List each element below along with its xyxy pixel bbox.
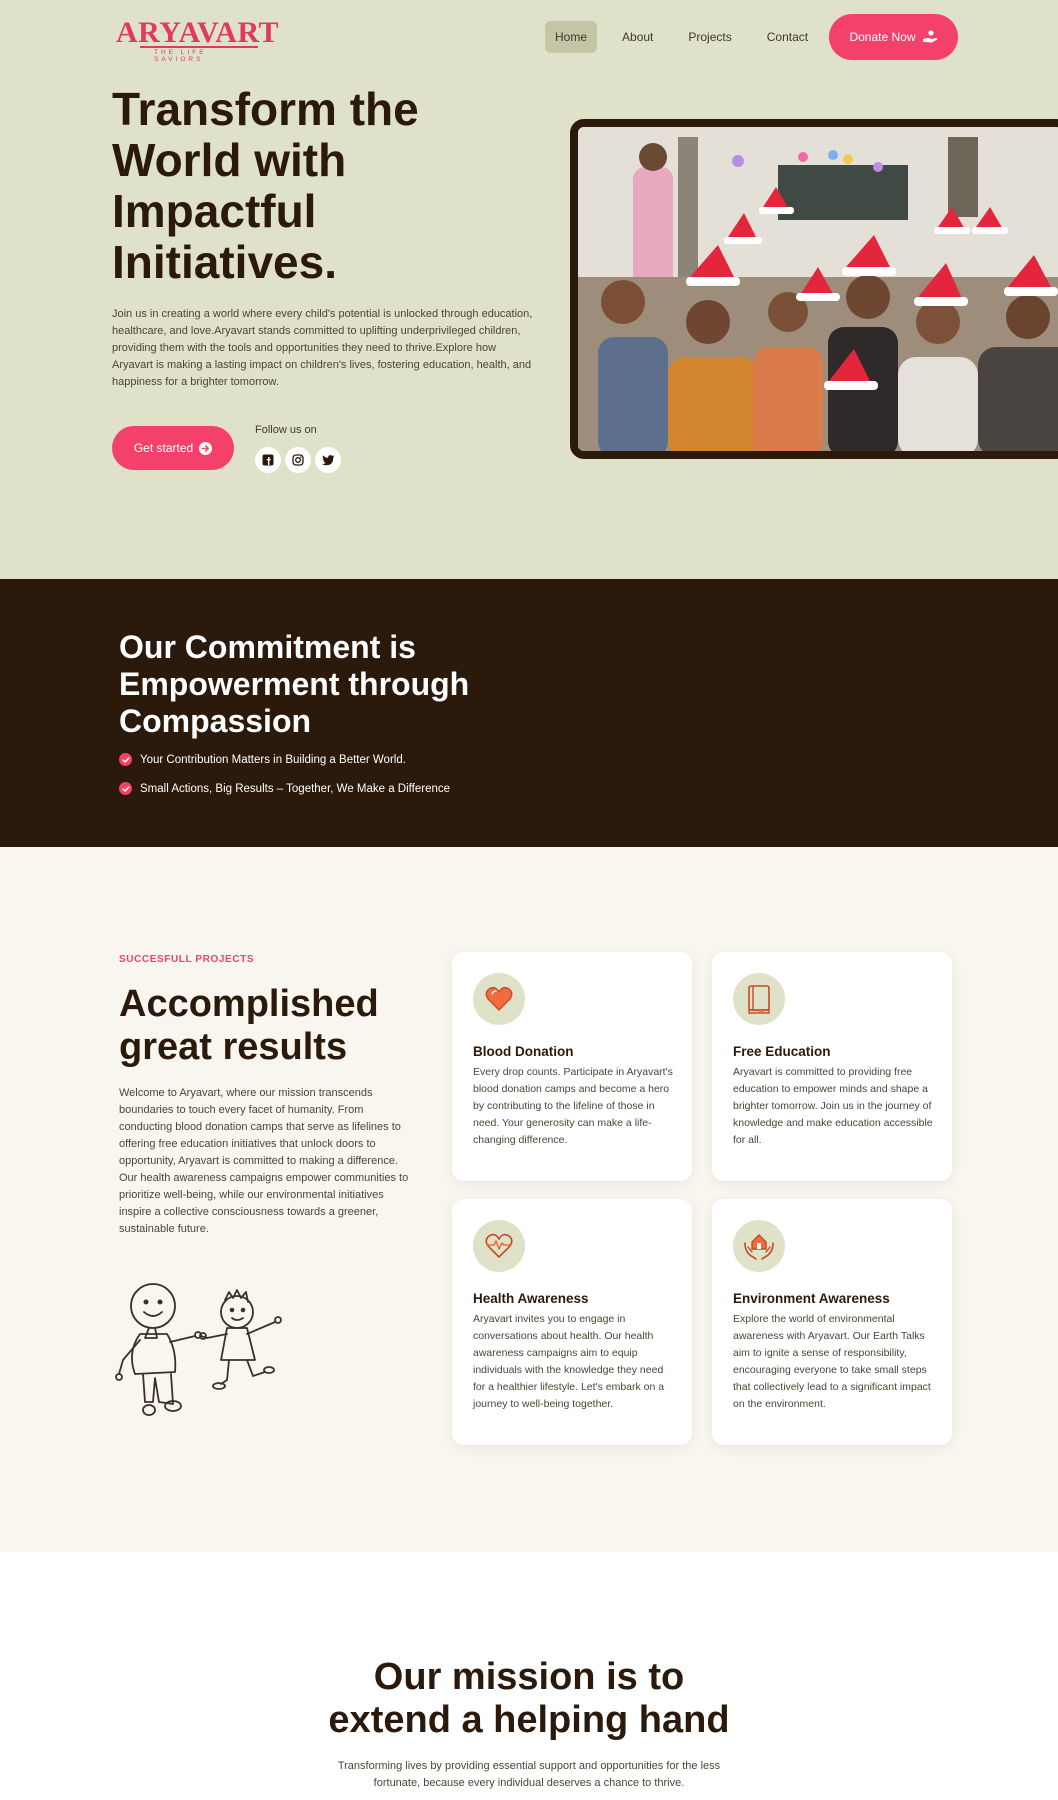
hero-title: Transform the World with Impactful Initi… [112, 83, 419, 288]
mission-title: Our mission is to extend a helping hand [0, 1656, 1058, 1742]
commitment-item-text: Small Actions, Big Results – Together, W… [140, 782, 451, 795]
nav-item-projects[interactable]: Projects [678, 21, 741, 53]
mission-title-line: extend a helping hand [328, 1699, 730, 1741]
facebook-icon[interactable] [255, 447, 281, 473]
nav-item-contact[interactable]: Contact [757, 21, 818, 53]
kids-doodle-illustration [115, 1283, 282, 1416]
logo-underline [140, 46, 258, 48]
brand-name: ARYAVART [116, 16, 280, 49]
hero-section: ARYAVART THE LIFE SAVIORS Home About Pro… [0, 0, 1058, 579]
projects-title: Accomplished great results [119, 983, 379, 1068]
top-navbar: ARYAVART THE LIFE SAVIORS Home About Pro… [0, 0, 1058, 72]
hero-photo [570, 119, 1058, 459]
mission-description: Transforming lives by providing essentia… [337, 1760, 721, 1789]
card-description: Aryavart is committed to providing free … [733, 1066, 933, 1146]
book-icon [733, 973, 785, 1025]
card-description: Every drop counts. Participate in Aryava… [473, 1066, 673, 1146]
hands-house-icon [733, 1220, 785, 1272]
hand-donate-icon [922, 30, 937, 43]
mission-section: Our mission is to extend a helping hand … [0, 1552, 1058, 1800]
donate-now-button[interactable]: Donate Now [829, 14, 958, 60]
projects-kicker: SUCCESFULL PROJECTS [119, 954, 255, 965]
nav-item-home[interactable]: Home [545, 21, 598, 53]
project-card-health-awareness[interactable]: Health Awareness Aryavart invites you to… [452, 1199, 692, 1445]
brand-tagline: THE LIFE SAVIORS [154, 49, 207, 63]
mission-title-line: Our mission is to [373, 1656, 685, 1698]
social-links [255, 447, 341, 473]
card-title: Environment Awareness [733, 1291, 890, 1306]
project-card-environment-awareness[interactable]: Environment Awareness Explore the world … [712, 1199, 952, 1445]
get-started-label: Get started [133, 441, 194, 455]
commitment-item-text: Your Contribution Matters in Building a … [140, 753, 406, 766]
commitment-item: Small Actions, Big Results – Together, W… [119, 782, 450, 795]
card-title: Free Education [733, 1044, 831, 1059]
card-description: Aryavart invites you to engage in conver… [473, 1313, 665, 1410]
heart-icon [473, 973, 525, 1025]
projects-section: SUCCESFULL PROJECTS Accomplished great r… [0, 847, 1058, 1552]
card-title: Blood Donation [473, 1044, 574, 1059]
nav-item-about[interactable]: About [612, 21, 663, 53]
nav-menu: Home About Projects Contact [545, 21, 818, 53]
project-card-blood-donation[interactable]: Blood Donation Every drop counts. Partic… [452, 952, 692, 1181]
card-description: Explore the world of environmental aware… [733, 1313, 931, 1410]
check-circle-icon [119, 782, 132, 795]
brand-logo[interactable]: ARYAVART THE LIFE SAVIORS [116, 16, 279, 63]
check-circle-icon [119, 753, 132, 766]
instagram-icon[interactable] [285, 447, 311, 473]
card-title: Health Awareness [473, 1291, 589, 1306]
heartbeat-icon [473, 1220, 525, 1272]
project-card-free-education[interactable]: Free Education Aryavart is committed to … [712, 952, 952, 1181]
children-group-photo [578, 127, 1058, 451]
projects-description: Welcome to Aryavart, where our mission t… [119, 1087, 409, 1235]
donate-now-label: Donate Now [849, 30, 916, 44]
twitter-icon[interactable] [315, 447, 341, 473]
hero-description: Join us in creating a world where every … [112, 308, 533, 388]
arrow-circle-right-icon [199, 441, 213, 455]
commitment-item: Your Contribution Matters in Building a … [119, 753, 406, 766]
get-started-button[interactable]: Get started [112, 426, 234, 470]
follow-us-label: Follow us on [255, 424, 317, 436]
commitment-section: Our Commitment is Empowerment through Co… [0, 579, 1058, 847]
commitment-title: Our Commitment is Empowerment through Co… [119, 629, 470, 739]
